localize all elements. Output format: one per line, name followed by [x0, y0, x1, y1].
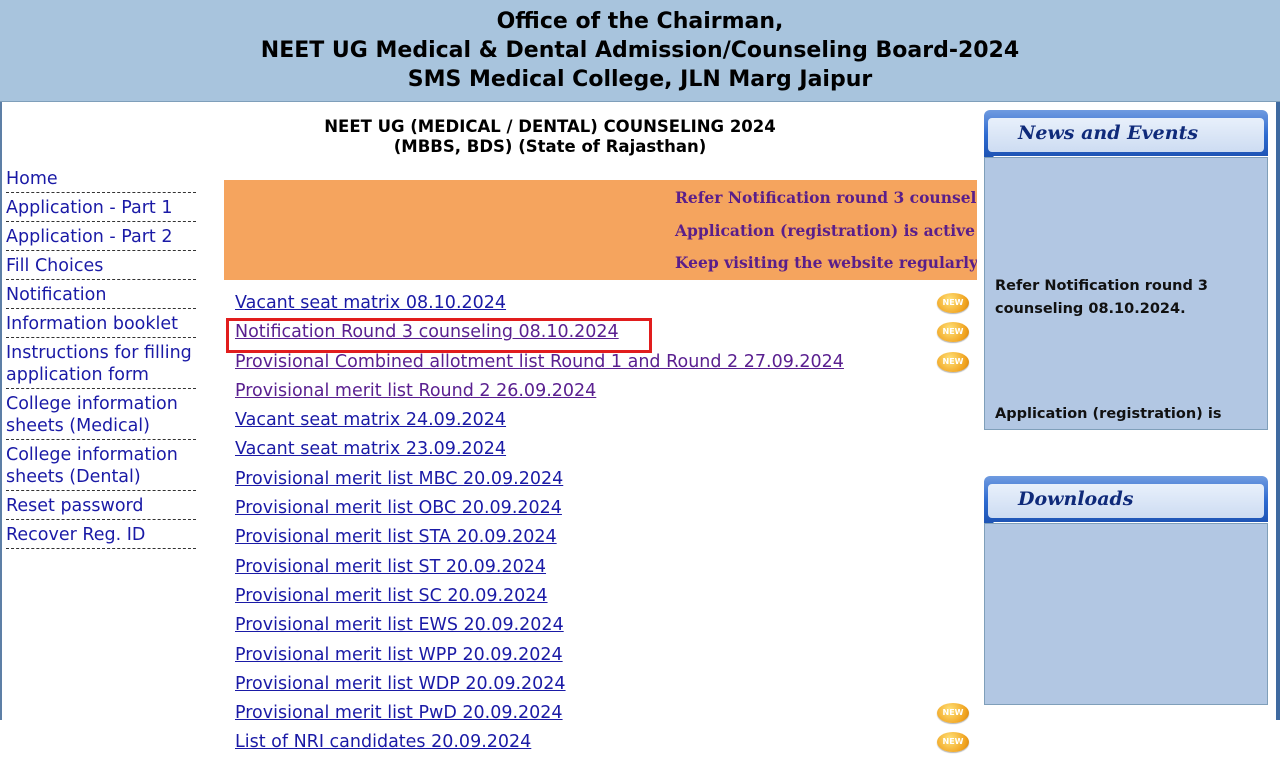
sidebar-nav: Home Application - Part 1 Application - …	[6, 164, 206, 549]
list-item: Vacant seat matrix 23.09.2024	[235, 437, 975, 466]
document-link[interactable]: Vacant seat matrix 08.10.2024	[235, 291, 506, 315]
document-link[interactable]: Provisional merit list EWS 20.09.2024	[235, 613, 564, 637]
sidebar-item-notification[interactable]: Notification	[6, 280, 196, 309]
sidebar-item-label: Notification	[6, 285, 107, 305]
document-link[interactable]: List of NRI candidates 20.09.2024	[235, 730, 531, 754]
header-line-2: NEET UG Medical & Dental Admission/Couns…	[260, 38, 1020, 63]
sidebar-item-application-part-2[interactable]: Application - Part 2	[6, 222, 196, 251]
sidebar-item-information-booklet[interactable]: Information booklet	[6, 309, 196, 338]
list-item: Provisional merit list SC 20.09.2024	[235, 584, 975, 613]
links-list: Vacant seat matrix 08.10.2024 NEW Notifica…	[235, 291, 975, 760]
sidebar-item-label-2: sheets (Medical)	[6, 416, 150, 436]
document-link[interactable]: Provisional Combined allotment list Roun…	[235, 350, 844, 374]
document-link[interactable]: Vacant seat matrix 24.09.2024	[235, 408, 506, 432]
sidebar-item-label: Home	[6, 169, 58, 189]
sidebar-item-reset-password[interactable]: Reset password	[6, 491, 196, 520]
highlight-box	[226, 318, 652, 353]
downloads-panel-body	[984, 523, 1268, 705]
list-item: Provisional merit list MBC 20.09.2024	[235, 467, 975, 496]
list-item: Provisional merit list OBC 20.09.2024	[235, 496, 975, 525]
sidebar-item-home[interactable]: Home	[6, 164, 196, 193]
document-link[interactable]: Provisional merit list Round 2 26.09.202…	[235, 379, 596, 403]
list-item: Provisional merit list WPP 20.09.2024	[235, 643, 975, 672]
document-link[interactable]: Provisional merit list WDP 20.09.2024	[235, 672, 566, 696]
news-panel-body: Refer Notification round 3 counseling 08…	[984, 157, 1268, 430]
downloads-panel-header: Downloads	[984, 476, 1268, 532]
document-link[interactable]: Provisional merit list PwD 20.09.2024	[235, 701, 563, 725]
document-link[interactable]: Provisional merit list STA 20.09.2024	[235, 525, 557, 549]
sidebar-item-label: College information	[6, 445, 178, 465]
list-item: Provisional merit list WDP 20.09.2024	[235, 672, 975, 701]
page-title-line-1: NEET UG (MEDICAL / DENTAL) COUNSELING 20…	[324, 117, 776, 136]
sidebar-item-label: Application - Part 2	[6, 227, 173, 247]
sidebar-item-application-part-1[interactable]: Application - Part 1	[6, 193, 196, 222]
document-link[interactable]: Provisional merit list MBC 20.09.2024	[235, 467, 563, 491]
list-item: List of NRI candidates 20.09.2024 NEW	[235, 730, 975, 759]
sidebar-item-fill-choices[interactable]: Fill Choices	[6, 251, 196, 280]
sidebar-item-label-2: sheets (Dental)	[6, 467, 141, 487]
sidebar-item-label-2: application form	[6, 365, 149, 385]
sidebar-item-college-info-dental[interactable]: College information sheets (Dental)	[6, 440, 196, 491]
list-item: Vacant seat matrix 24.09.2024	[235, 408, 975, 437]
document-link[interactable]: Provisional merit list ST 20.09.2024	[235, 555, 546, 579]
list-item: Provisional merit list EWS 20.09.2024	[235, 613, 975, 642]
notice-line: Refer Notification round 3 counseling 08…	[675, 188, 977, 207]
list-item: Vacant seat matrix 08.10.2024 NEW	[235, 291, 975, 320]
document-link[interactable]: Provisional merit list WPP 20.09.2024	[235, 643, 563, 667]
list-item: Provisional Combined allotment list Roun…	[235, 350, 975, 379]
sidebar-item-recover-reg-id[interactable]: Recover Reg. ID	[6, 520, 196, 549]
news-panel-header: News and Events	[984, 110, 1268, 166]
new-badge-icon: NEW	[937, 703, 969, 724]
notice-line: Application (registration) is active for…	[675, 221, 977, 240]
document-link[interactable]: Vacant seat matrix 23.09.2024	[235, 437, 506, 461]
downloads-panel-title: Downloads	[1018, 488, 1134, 510]
list-item: Provisional merit list Round 2 26.09.202…	[235, 379, 975, 408]
sidebar-item-instructions[interactable]: Instructions for filling application form	[6, 338, 196, 389]
new-badge-icon: NEW	[937, 351, 969, 372]
header-line-3: SMS Medical College, JLN Marg Jaipur	[407, 67, 873, 92]
news-item: Refer Notification round 3 counseling 08…	[995, 278, 1208, 317]
right-scroll-edge	[1276, 102, 1280, 720]
sidebar-item-label: Reset password	[6, 496, 144, 516]
notice-marquee: Refer Notification round 3 counseling 08…	[224, 180, 977, 280]
left-border	[0, 102, 2, 720]
list-item: Provisional merit list ST 20.09.2024	[235, 555, 975, 584]
sidebar-item-label: Application - Part 1	[6, 198, 173, 218]
sidebar-item-label: Recover Reg. ID	[6, 525, 146, 545]
header-line-1: Office of the Chairman,	[496, 9, 784, 34]
news-item: Application (registration) is	[995, 406, 1222, 422]
site-header: Office of the Chairman, NEET UG Medical …	[0, 0, 1280, 102]
sidebar-item-label: Instructions for filling	[6, 343, 192, 363]
sidebar-item-label: Fill Choices	[6, 256, 104, 276]
new-badge-icon: NEW	[937, 322, 969, 343]
document-link[interactable]: Provisional merit list OBC 20.09.2024	[235, 496, 562, 520]
page-title-line-2: (MBBS, BDS) (State of Rajasthan)	[393, 137, 707, 156]
page-title: NEET UG (MEDICAL / DENTAL) COUNSELING 20…	[230, 117, 870, 157]
notice-line: Keep visiting the website regularly.	[675, 253, 977, 272]
list-item: Provisional merit list STA 20.09.2024	[235, 525, 975, 554]
document-link[interactable]: Provisional merit list SC 20.09.2024	[235, 584, 548, 608]
sidebar-item-label: College information	[6, 394, 178, 414]
sidebar-item-label: Information booklet	[6, 314, 179, 334]
list-item: Provisional merit list PwD 20.09.2024 NEW	[235, 701, 975, 730]
news-panel-title: News and Events	[1018, 122, 1199, 144]
new-badge-icon: NEW	[937, 732, 969, 753]
new-badge-icon: NEW	[937, 293, 969, 313]
sidebar-item-college-info-medical[interactable]: College information sheets (Medical)	[6, 389, 196, 440]
